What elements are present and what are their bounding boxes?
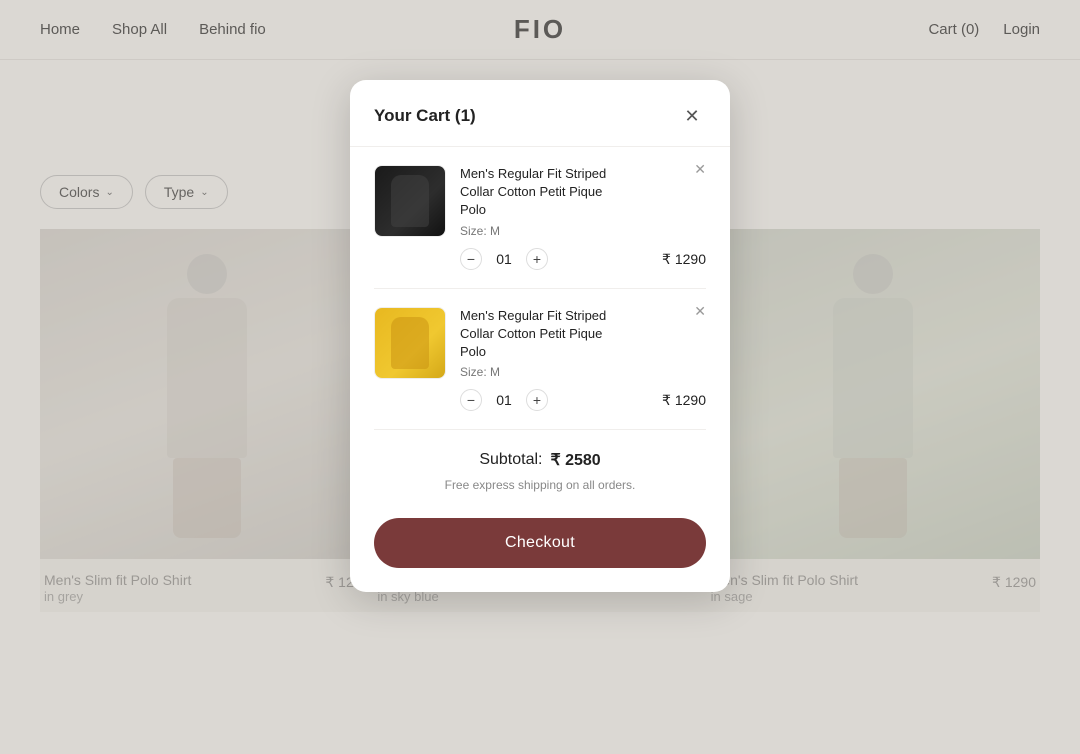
cart-item-remove-2[interactable]: ✕ <box>694 303 706 320</box>
cart-item-price-2: ₹ 1290 <box>662 392 706 409</box>
cart-item-qty-1: − 01 + <box>460 248 648 270</box>
cart-item-size-1: Size: M <box>460 224 648 238</box>
cart-items-list: Men's Regular Fit Striped Collar Cotton … <box>350 147 730 430</box>
cart-item-remove-1[interactable]: ✕ <box>694 161 706 178</box>
cart-item-image-1 <box>374 165 446 237</box>
qty-decrease-2[interactable]: − <box>460 389 482 411</box>
cart-header: Your Cart (1) ✕ <box>350 80 730 147</box>
item-img-black-bg <box>375 166 445 236</box>
cart-item-image-2 <box>374 307 446 379</box>
cart-item-price-1: ₹ 1290 <box>662 251 706 268</box>
cart-item-name-2: Men's Regular Fit Striped Collar Cotton … <box>460 307 648 362</box>
qty-number-1: 01 <box>494 251 514 267</box>
cart-modal: Your Cart (1) ✕ Men's Regular Fit Stripe… <box>350 80 730 592</box>
cart-item-details-1: Men's Regular Fit Striped Collar Cotton … <box>460 165 648 270</box>
qty-increase-1[interactable]: + <box>526 248 548 270</box>
cart-item-2: Men's Regular Fit Striped Collar Cotton … <box>374 289 706 431</box>
polo-icon-black <box>391 175 429 227</box>
subtotal-value: ₹ 2580 <box>550 450 600 470</box>
polo-icon-yellow <box>391 317 429 369</box>
cart-item-qty-2: − 01 + <box>460 389 648 411</box>
subtotal-row: Subtotal: ₹ 2580 <box>374 450 706 470</box>
cart-item-details-2: Men's Regular Fit Striped Collar Cotton … <box>460 307 648 412</box>
cart-title: Your Cart (1) <box>374 106 476 126</box>
qty-decrease-1[interactable]: − <box>460 248 482 270</box>
item-img-yellow-bg <box>375 308 445 378</box>
cart-close-button[interactable]: ✕ <box>678 102 706 130</box>
qty-number-2: 01 <box>494 392 514 408</box>
subtotal-label: Subtotal: <box>479 451 542 469</box>
cart-item-name-1: Men's Regular Fit Striped Collar Cotton … <box>460 165 648 220</box>
cart-item-size-2: Size: M <box>460 365 648 379</box>
qty-increase-2[interactable]: + <box>526 389 548 411</box>
cart-subtotal: Subtotal: ₹ 2580 Free express shipping o… <box>350 430 730 518</box>
checkout-button[interactable]: Checkout <box>374 518 706 568</box>
cart-item-1: Men's Regular Fit Striped Collar Cotton … <box>374 147 706 289</box>
shipping-note: Free express shipping on all orders. <box>374 478 706 492</box>
